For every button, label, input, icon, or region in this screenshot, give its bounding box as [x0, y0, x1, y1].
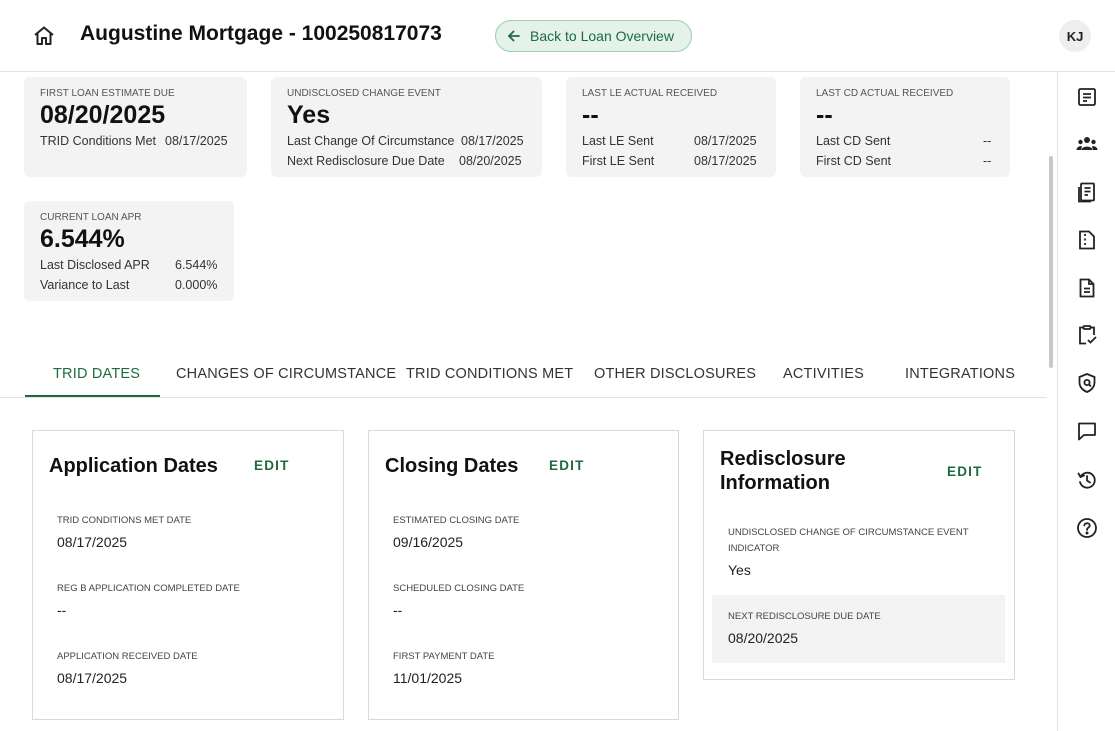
- field-label: UNDISCLOSED CHANGE OF CIRCUMSTANCE EVENT: [728, 527, 969, 538]
- tab-trid-conditions-met[interactable]: TRID CONDITIONS MET: [406, 366, 573, 382]
- compliance-shield-icon[interactable]: [1076, 372, 1098, 394]
- card-row: Last CD Sent --: [816, 134, 991, 148]
- summary-icon[interactable]: [1076, 86, 1098, 108]
- arrow-left-icon: [508, 30, 520, 42]
- field-value: 11/01/2025: [393, 670, 463, 686]
- borrowers-icon[interactable]: [1076, 133, 1098, 155]
- field-label: ESTIMATED CLOSING DATE: [393, 515, 520, 526]
- row-label: Next Redisclosure Due Date: [287, 154, 445, 168]
- card-value: --: [816, 101, 833, 129]
- home-icon[interactable]: [32, 24, 56, 48]
- field-value: 08/17/2025: [57, 670, 128, 686]
- tab-integrations[interactable]: INTEGRATIONS: [905, 366, 1015, 382]
- row-label: First LE Sent: [582, 154, 655, 168]
- field-label: APPLICATION RECEIVED DATE: [57, 651, 198, 662]
- row-value: 0.000%: [175, 278, 218, 292]
- highlighted-field-row: [712, 595, 1005, 663]
- field-value: Yes: [728, 562, 751, 578]
- field-value: 08/20/2025: [728, 630, 799, 646]
- page-title: Augustine Mortgage - 100250817073: [80, 22, 442, 45]
- back-to-loan-overview-button[interactable]: Back to Loan Overview: [495, 20, 692, 52]
- user-avatar[interactable]: KJ: [1059, 20, 1091, 52]
- disclosure-icon[interactable]: [1076, 229, 1098, 251]
- card-label: FIRST LOAN ESTIMATE DUE: [40, 88, 175, 99]
- tab-trid-dates[interactable]: TRID DATES: [53, 366, 140, 382]
- card-row: TRID Conditions Met 08/17/2025: [40, 134, 228, 148]
- card-value: 6.544%: [40, 225, 125, 253]
- row-label: Last LE Sent: [582, 134, 654, 148]
- field-value: --: [393, 602, 403, 618]
- tab-changes-of-circumstance[interactable]: CHANGES OF CIRCUMSTANCE: [176, 366, 396, 382]
- row-value: --: [983, 154, 992, 168]
- panel-title: Closing Dates: [385, 455, 519, 477]
- card-value: 08/20/2025: [40, 101, 166, 129]
- tab-activities[interactable]: ACTIVITIES: [783, 366, 864, 382]
- card-label: LAST LE ACTUAL RECEIVED: [582, 88, 718, 99]
- panel-title: Redisclosure Information: [720, 447, 846, 495]
- last-cd-received-card: LAST CD ACTUAL RECEIVED -- Last CD Sent …: [800, 77, 1010, 177]
- field-label: INDICATOR: [728, 543, 780, 554]
- help-icon[interactable]: [1076, 517, 1098, 539]
- field-label: FIRST PAYMENT DATE: [393, 651, 495, 662]
- row-label: Variance to Last: [40, 278, 130, 292]
- row-label: Last CD Sent: [816, 134, 891, 148]
- field-value: 08/17/2025: [57, 534, 128, 550]
- card-row: Last Disclosed APR 6.544%: [40, 258, 217, 272]
- messages-icon[interactable]: [1076, 420, 1098, 442]
- field-label: NEXT REDISCLOSURE DUE DATE: [728, 611, 881, 622]
- undisclosed-change-event-card: UNDISCLOSED CHANGE EVENT Yes Last Change…: [271, 77, 542, 177]
- row-value: --: [983, 134, 992, 148]
- document-icon[interactable]: [1076, 277, 1098, 299]
- edit-redisclosure-button[interactable]: EDIT: [947, 464, 983, 479]
- row-label: Last Disclosed APR: [40, 258, 150, 272]
- card-row: First LE Sent 08/17/2025: [582, 154, 757, 168]
- loan-docs-icon[interactable]: [1076, 181, 1098, 203]
- scrollbar[interactable]: [1049, 156, 1053, 368]
- row-value: 08/17/2025: [694, 134, 757, 148]
- card-value: Yes: [287, 101, 331, 129]
- last-le-received-card: LAST LE ACTUAL RECEIVED -- Last LE Sent …: [566, 77, 776, 177]
- edit-closing-dates-button[interactable]: EDIT: [549, 458, 585, 473]
- panel-title-line: Information: [720, 472, 830, 494]
- back-button-label: Back to Loan Overview: [530, 28, 674, 44]
- first-loan-estimate-card: FIRST LOAN ESTIMATE DUE 08/20/2025 TRID …: [24, 77, 247, 177]
- card-value: --: [582, 101, 599, 129]
- card-label: LAST CD ACTUAL RECEIVED: [816, 88, 954, 99]
- active-tab-indicator: [25, 395, 160, 397]
- conditions-checklist-icon[interactable]: [1076, 324, 1098, 346]
- card-label: UNDISCLOSED CHANGE EVENT: [287, 88, 441, 99]
- card-row: Last LE Sent 08/17/2025: [582, 134, 757, 148]
- tab-bar: TRID DATES CHANGES OF CIRCUMSTANCE TRID …: [0, 358, 1047, 398]
- card-row: First CD Sent --: [816, 154, 991, 168]
- row-value: 6.544%: [175, 258, 218, 272]
- closing-dates-panel: Closing Dates EDIT ESTIMATED CLOSING DAT…: [368, 430, 679, 720]
- right-toolbar: [1057, 72, 1115, 731]
- row-value: 08/17/2025: [165, 134, 228, 148]
- card-row: Variance to Last 0.000%: [40, 278, 217, 292]
- edit-application-dates-button[interactable]: EDIT: [254, 458, 290, 473]
- field-label: REG B APPLICATION COMPLETED DATE: [57, 583, 240, 594]
- tab-other-disclosures[interactable]: OTHER DISCLOSURES: [594, 366, 756, 382]
- field-value: 09/16/2025: [393, 534, 464, 550]
- panel-title: Application Dates: [49, 455, 218, 477]
- field-value: --: [57, 602, 67, 618]
- current-loan-apr-card: CURRENT LOAN APR 6.544% Last Disclosed A…: [24, 201, 234, 301]
- redisclosure-information-panel: Redisclosure Information EDIT UNDISCLOSE…: [703, 430, 1015, 680]
- row-value: 08/20/2025: [459, 154, 522, 168]
- field-label: SCHEDULED CLOSING DATE: [393, 583, 525, 594]
- card-label: CURRENT LOAN APR: [40, 212, 142, 223]
- history-icon[interactable]: [1076, 469, 1098, 491]
- panel-title-line: Redisclosure: [720, 448, 846, 470]
- top-header: Augustine Mortgage - 100250817073 Back t…: [0, 0, 1115, 72]
- row-value: 08/17/2025: [461, 134, 524, 148]
- row-value: 08/17/2025: [694, 154, 757, 168]
- row-label: Last Change Of Circumstance: [287, 134, 455, 148]
- row-label: TRID Conditions Met: [40, 134, 157, 148]
- card-row: Last Change Of Circumstance 08/17/2025: [287, 134, 524, 148]
- card-row: Next Redisclosure Due Date 08/20/2025: [287, 154, 522, 168]
- row-label: First CD Sent: [816, 154, 892, 168]
- field-label: TRID CONDITIONS MET DATE: [57, 515, 192, 526]
- application-dates-panel: Application Dates EDIT TRID CONDITIONS M…: [32, 430, 344, 720]
